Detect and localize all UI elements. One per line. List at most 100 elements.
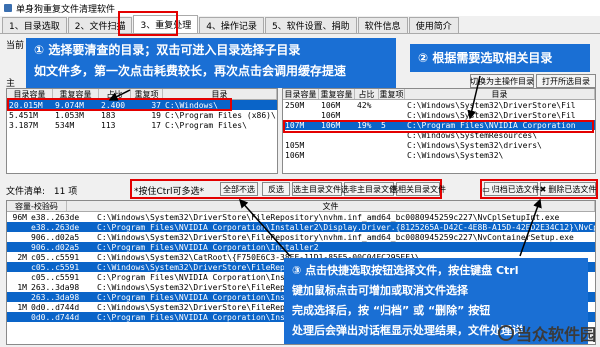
cell-pct: 2.400: [101, 100, 126, 110]
cell-pct: 42%: [357, 100, 372, 110]
watermark: 当众软件园: [497, 321, 596, 345]
watermark-text: 当众软件园: [515, 325, 596, 344]
cell-size: 106M: [285, 150, 305, 160]
cell-count: 19: [151, 110, 161, 120]
app-icon: [4, 4, 12, 12]
file-list-label: 文件清单: 11 项: [6, 184, 77, 197]
file-hash: c05..c5591: [31, 262, 80, 272]
select-non-main-dir-files-button[interactable]: 选非主目录文件: [341, 182, 397, 196]
col-dir-size[interactable]: 目录容量: [283, 89, 319, 99]
callout-one-line1: ① 选择要清查的目录；双击可进入目录选择子目录: [34, 43, 301, 57]
table-row[interactable]: 105M C:\Windows\System32\drivers\: [283, 140, 595, 150]
left-list-header: 目录容量 重复容量 占比 重复项 目录: [7, 89, 277, 100]
file-size: 96M: [12, 212, 27, 222]
tab-bar: 1、目录选取 2、文件扫描 3、重复处理 4、操作记录 5、软件设置、捐助 软件…: [0, 15, 600, 34]
file-size: 2M: [17, 252, 27, 262]
tab-duplicate-process[interactable]: 3、重复处理: [133, 15, 199, 33]
cell-count: 5: [381, 120, 386, 130]
delete-selected-button[interactable]: ✖ 删除已选文件: [540, 182, 596, 196]
cell-dup: 106M: [321, 120, 341, 130]
col-dup-size[interactable]: 重复容量: [53, 89, 99, 99]
invert-selection-button[interactable]: 反选: [262, 182, 290, 196]
file-count: 11 项: [53, 187, 78, 197]
cell-pct: 19%: [357, 120, 372, 130]
file-row[interactable]: e38..263de C:\Program Files\NVIDIA Corpor…: [7, 222, 595, 232]
file-hash: e38..263de: [31, 212, 80, 222]
window-title: 单身狗重复文件清理软件: [16, 4, 116, 15]
table-row[interactable]: 106M C:\Windows\System32\: [283, 150, 595, 160]
cell-path: C:\Program Files (x86)\: [165, 110, 276, 120]
cell-pct: 113: [101, 120, 116, 130]
file-size: 1M: [17, 282, 27, 292]
col-size-hash[interactable]: 容量-校验码: [7, 201, 67, 211]
col-dir-size[interactable]: 目录容量: [7, 89, 53, 99]
callout-two-text: ② 根据需要选取相关目录: [418, 51, 553, 65]
callout-three-line3: 完成选择后，按 “归档” 或 “删除” 按钮: [292, 304, 491, 317]
cell-path: C:\Windows\System32\: [407, 150, 504, 160]
file-size: 1M: [17, 302, 27, 312]
file-row[interactable]: 96M e38..263de C:\Windows\System32\DriverS…: [7, 212, 595, 222]
ctrl-multiselect-hint: *按住Ctrl可多选*: [134, 187, 205, 197]
file-row[interactable]: 906..d02a5 C:\Program Files\NVIDIA Corpor…: [7, 242, 595, 252]
col-directory[interactable]: 目录: [163, 89, 277, 99]
archive-label: 归档已选文件: [491, 184, 540, 194]
file-path: C:\Windows\System32\DriverStore\FileRepo…: [97, 232, 574, 242]
file-hash: 263..3da98: [31, 282, 80, 292]
file-hash: 906..d02a5: [31, 232, 80, 242]
file-path: C:\Program Files\NVIDIA Corporation\Inst…: [97, 222, 595, 232]
col-directory[interactable]: 目录: [405, 89, 595, 99]
file-row[interactable]: 906..d02a5 C:\Windows\System32\DriverStor…: [7, 232, 595, 242]
cell-dup: 9.074M: [55, 100, 84, 110]
table-row[interactable]: 5.451M 1.053M 183 19 C:\Program Files (x…: [7, 110, 277, 120]
table-row[interactable]: 106M C:\Windows\System32\DriverStore\Fil: [283, 110, 595, 120]
file-hash: 906..d02a5: [31, 242, 80, 252]
tab-settings-donate[interactable]: 5、软件设置、捐助: [264, 17, 357, 33]
cell-count: 17: [151, 120, 161, 130]
related-directory-list[interactable]: 目录容量 重复容量 占比 重复项 目录 250M 106M 42% C:\Win…: [282, 88, 596, 174]
file-path: C:\Program Files\NVIDIA Corporation\Inst…: [97, 242, 319, 252]
main-directory-list[interactable]: 目录容量 重复容量 占比 重复项 目录 20.015M 9.074M 2.400…: [6, 88, 278, 174]
table-row[interactable]: 3.187M 534M 113 17 C:\Program Files\: [7, 120, 277, 130]
callout-three-line2: 键加鼠标点击可增加或取消文件选择: [292, 284, 468, 297]
callout-two: ② 根据需要选取相关目录: [410, 44, 590, 72]
watermark-logo-icon: [497, 325, 514, 341]
cell-size: 105M: [285, 140, 305, 150]
cell-path: C:\Windows\System32\DriverStore\Fil: [407, 100, 576, 110]
file-hash: 0d0..d744d: [31, 302, 80, 312]
col-ratio[interactable]: 占比: [99, 89, 131, 99]
tab-operation-log[interactable]: 4、操作记录: [199, 17, 264, 33]
file-hash: c05..c5591: [31, 272, 80, 282]
col-file[interactable]: 文件: [67, 201, 595, 211]
cell-path: C:\Windows\: [165, 100, 218, 110]
tab-usage-guide[interactable]: 使用简介: [408, 17, 459, 33]
select-none-button[interactable]: 全部不选: [220, 182, 258, 196]
select-main-dir-files-button[interactable]: 选主目录文件: [292, 182, 342, 196]
file-list-header: 容量-校验码 文件: [7, 201, 595, 212]
table-row[interactable]: 107M 106M 19% 5 C:\Program Files\NVIDIA …: [283, 120, 595, 130]
col-dup-count[interactable]: 重复项: [379, 89, 405, 99]
col-ratio[interactable]: 占比: [355, 89, 379, 99]
callout-one-line2: 如文件多，第一次点击耗费较长，再次点击会调用缓存提速: [34, 64, 347, 78]
select-related-dir-files-button[interactable]: 选相关目录文件: [390, 182, 446, 196]
cell-count: 37: [151, 100, 161, 110]
file-hash: 263..3da98: [31, 292, 80, 302]
switch-main-dir-button[interactable]: 切换为主操作目录: [470, 74, 534, 88]
cell-dup: 534M: [55, 120, 75, 130]
title-bar: 单身狗重复文件清理软件: [0, 0, 600, 16]
table-row[interactable]: C:\Windows\SystemResources\: [283, 130, 595, 140]
col-dup-size[interactable]: 重复容量: [319, 89, 355, 99]
archive-icon: ▭: [482, 184, 490, 194]
file-hash: 0d0..d744d: [31, 312, 80, 322]
cell-dup: 1.053M: [55, 110, 84, 120]
tab-directory-select[interactable]: 1、目录选取: [2, 17, 67, 33]
tab-software-info[interactable]: 软件信息: [357, 17, 408, 33]
callout-three-line1: ③ 点击快捷选取按钮选择文件，按住键盘 Ctrl: [292, 264, 519, 277]
open-dir-button[interactable]: 打开所选目录: [536, 74, 596, 88]
table-row[interactable]: 250M 106M 42% C:\Windows\System32\Driver…: [283, 100, 595, 110]
archive-selected-button[interactable]: ▭ 归档已选文件: [482, 182, 540, 196]
current-label: 当前: [6, 41, 25, 51]
table-row[interactable]: 20.015M 9.074M 2.400 37 C:\Windows\: [7, 100, 277, 110]
file-hash: e38..263de: [31, 222, 80, 232]
tab-file-scan[interactable]: 2、文件扫描: [67, 17, 133, 33]
col-dup-count[interactable]: 重复项: [131, 89, 163, 99]
